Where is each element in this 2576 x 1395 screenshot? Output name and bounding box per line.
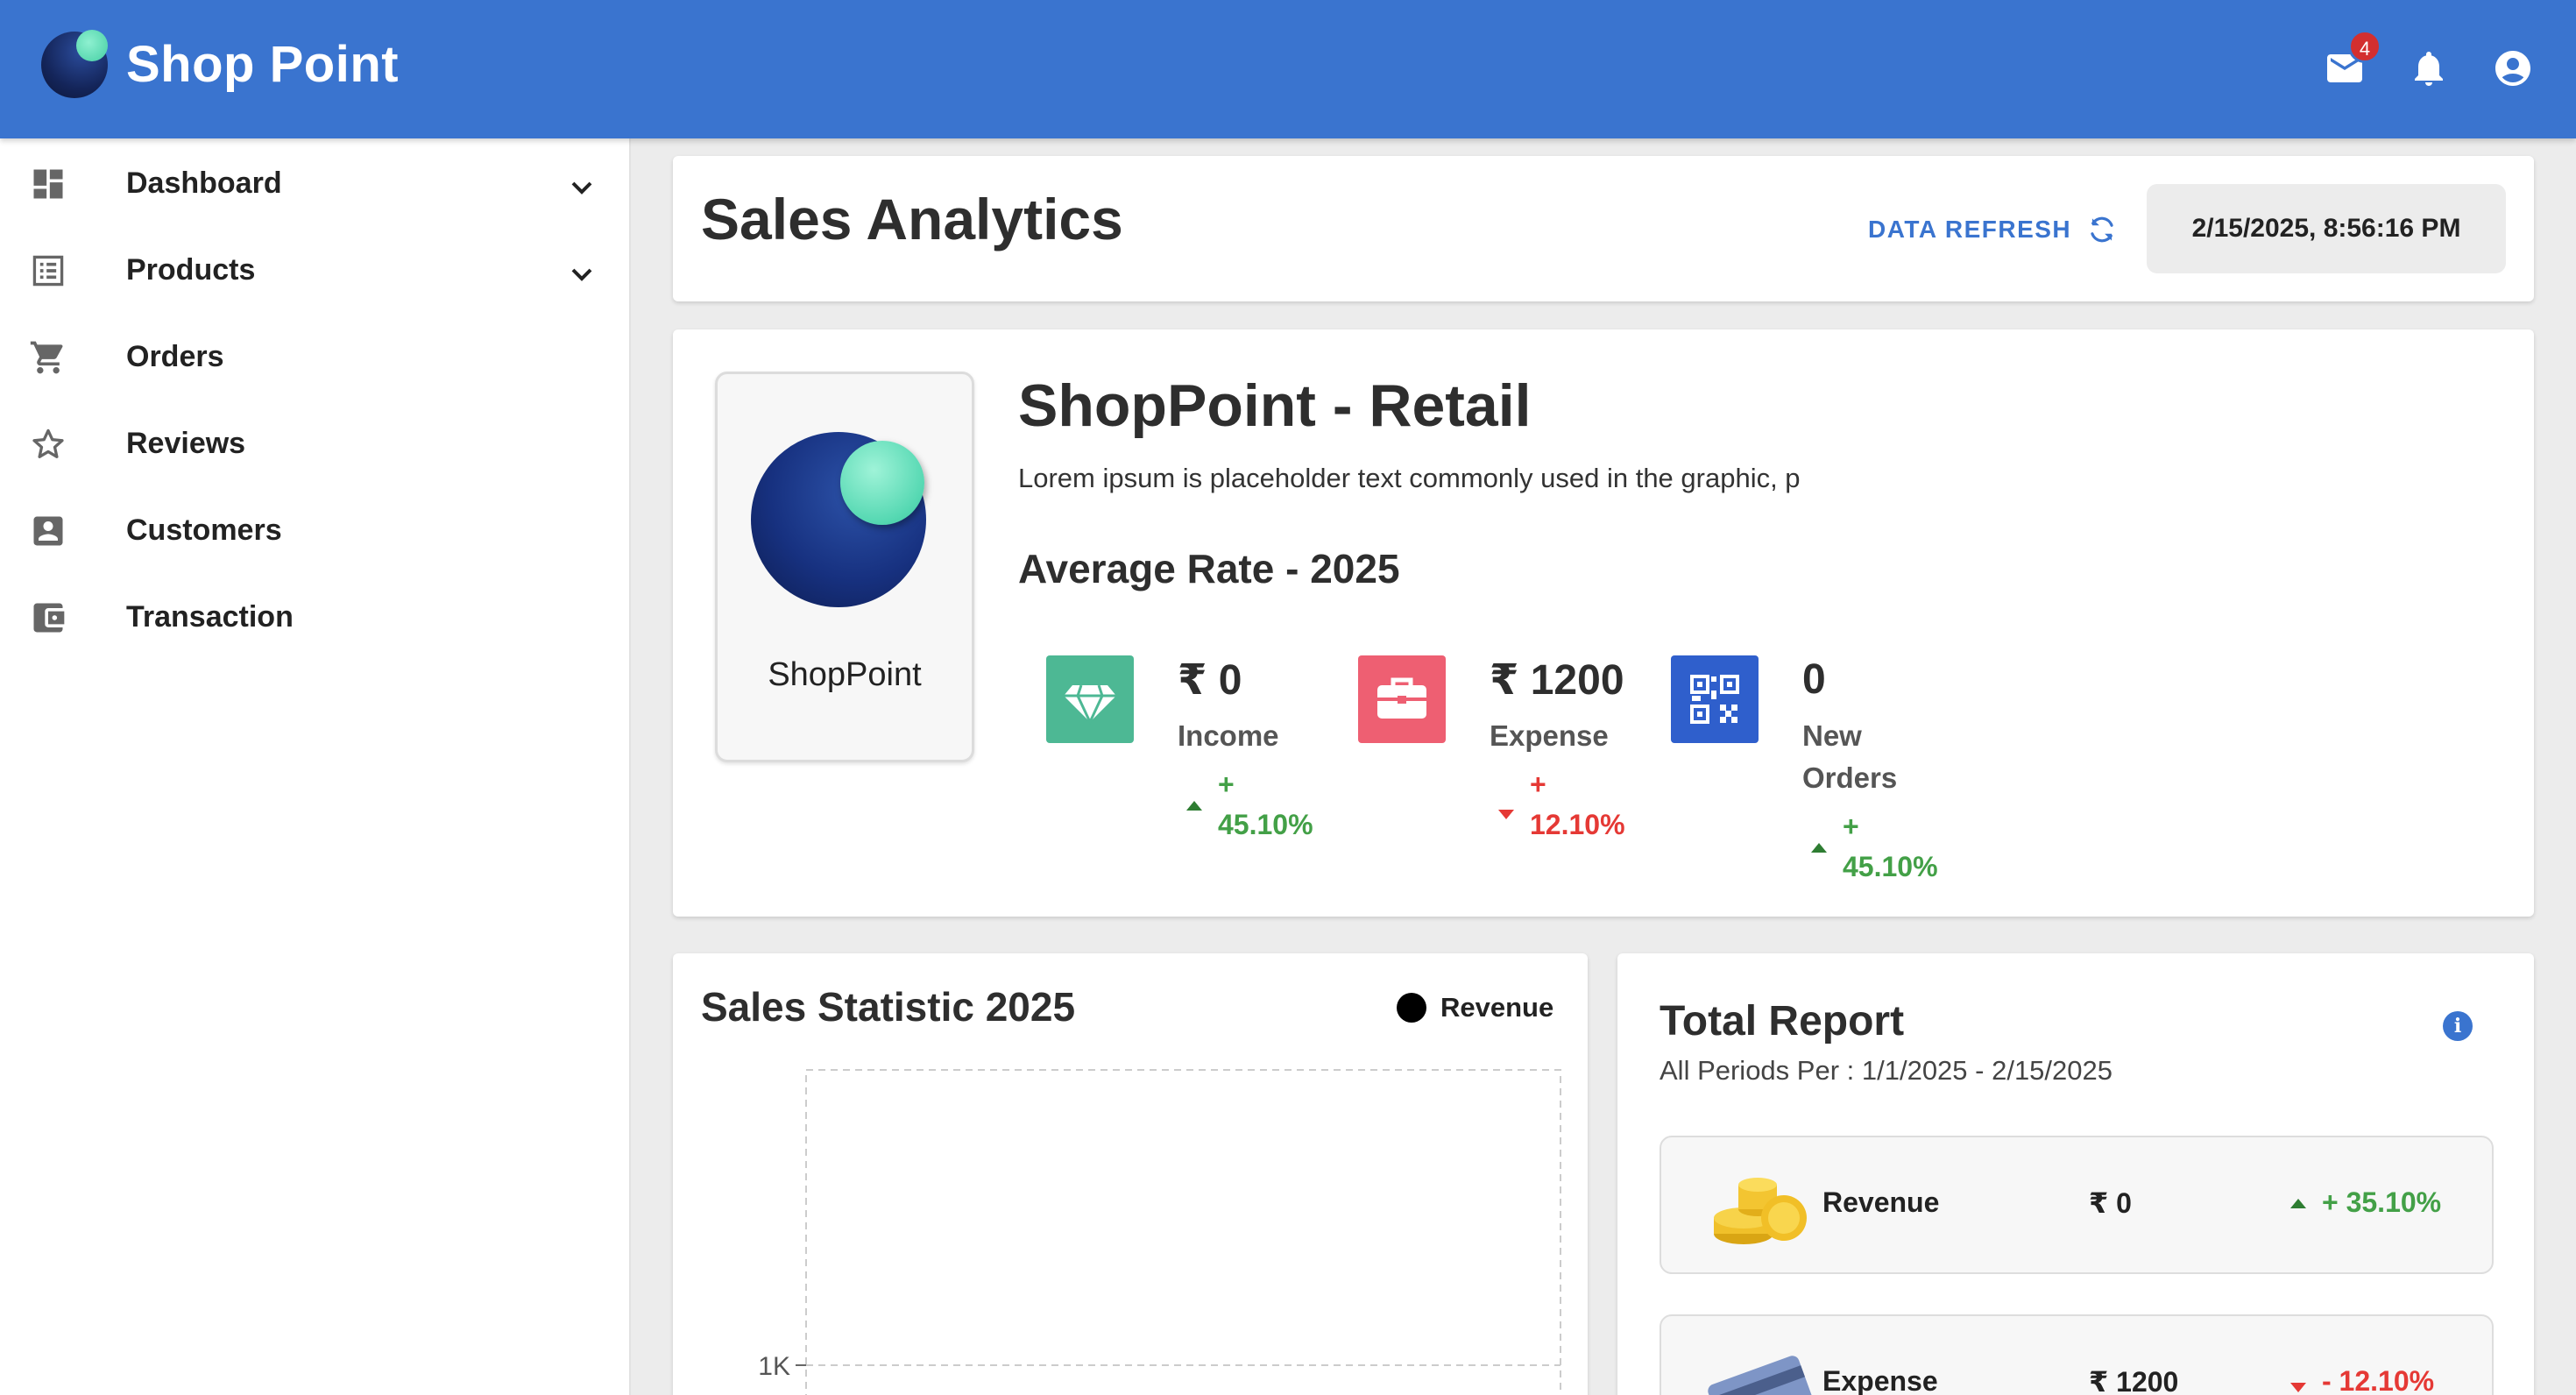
report-row-change: - 12.10% [2322,1365,2435,1395]
stat-income: ₹ 0 Income + 45.10% [1046,655,1344,918]
y-tick-label: 1K [758,1352,790,1381]
expense-value: ₹ 1200 [1490,657,1624,704]
expense-change-sign: + [1530,768,1546,800]
store-info-card: ShopPoint ShopPoint - Retail Lorem ipsum… [673,329,2534,917]
sidebar-item-reviews[interactable]: Reviews [0,399,631,485]
report-title: Total Report [1660,998,1905,1044]
list-icon [32,255,64,287]
qr-code-icon [1671,655,1759,743]
store-logo-icon [751,432,926,607]
stat-new-orders: 0 New Orders + 45.10% [1671,655,1969,918]
sidebar-item-customers[interactable]: Customers [0,485,631,572]
income-value: ₹ 0 [1178,657,1242,704]
new-orders-label-line-1: New [1802,719,1862,752]
info-icon[interactable]: i [2443,1011,2473,1041]
sidebar-item-orders[interactable]: Orders [0,312,631,399]
coins-icon [1714,1178,1807,1244]
new-orders-change-sign: + [1843,811,1859,842]
sidebar-item-products[interactable]: Products [0,225,631,312]
data-refresh-label: DATA REFRESH [1868,216,2072,243]
dashboard-icon [33,169,63,199]
sidebar-item-label: Reviews [126,427,246,460]
new-orders-label: New Orders [1802,715,1897,799]
report-row-label: Revenue [1822,1186,1940,1218]
trend-down-icon [2290,1383,2306,1392]
report-row-label: Expense [1822,1365,1938,1395]
diamond-icon [1046,655,1134,743]
store-name: ShopPoint - Retail [1018,372,1532,439]
trend-up-icon [2290,1199,2306,1208]
app-bar: Shop Point 4 [0,0,2576,138]
report-row-expense[interactable]: Expense ₹ 1200 - 12.10% [1660,1314,2494,1395]
new-orders-label-line-2: Orders [1802,761,1898,794]
account-box-icon [33,516,63,546]
data-refresh-button[interactable]: DATA REFRESH [1868,210,2119,249]
refresh-icon [2091,216,2113,243]
chevron-down-icon[interactable] [564,170,599,205]
stat-expense: ₹ 1200 Expense + 12.10% [1358,655,1656,918]
new-orders-value: 0 [1802,656,1826,703]
page-title: Sales Analytics [701,187,1123,251]
store-description: Lorem ipsum is placeholder text commonly… [1018,463,1801,493]
store-logo-box: ShopPoint [715,372,974,762]
average-rate-title: Average Rate - 2025 [1018,546,1400,591]
report-row-value: ₹ 1200 [2089,1366,2179,1395]
briefcase-icon [1358,655,1446,743]
trend-down-icon [1498,810,1514,819]
expense-label: Expense [1490,719,1609,752]
store-logo-label: ShopPoint [768,656,922,693]
report-subtitle: All Periods Per : 1/1/2025 - 2/15/2025 [1660,1055,2112,1086]
income-change: 45.10% [1218,809,1313,840]
trend-up-icon [1811,843,1827,853]
chevron-down-icon[interactable] [564,257,599,292]
star-icon [32,428,64,458]
store-logo-dot [840,441,924,525]
brand-logo-icon[interactable] [41,30,108,98]
total-report-card: Total Report i All Periods Per : 1/1/202… [1617,953,2534,1395]
sidebar-item-dashboard[interactable]: Dashboard [0,138,631,225]
expense-change: 12.10% [1530,809,1625,840]
brand-logo-dot [76,30,108,61]
sidebar-item-label: Products [126,253,256,287]
report-row-revenue[interactable]: Revenue ₹ 0 + 35.10% [1660,1136,2494,1274]
brand-name[interactable]: Shop Point [126,35,399,94]
chart-plot-area [805,1069,1561,1395]
income-change-sign: + [1218,768,1235,800]
mail-badge: 4 [2348,30,2381,63]
datetime-display: 2/15/2025, 8:56:16 PM [2147,184,2506,273]
account-circle-icon[interactable] [2492,47,2534,89]
sales-statistic-card: Sales Statistic 2025 Revenue 1K [673,953,1588,1395]
cart-icon [30,341,63,374]
credit-card-icon [1708,1356,1815,1395]
wallet-icon [33,603,65,633]
report-row-change: + 35.10% [2322,1186,2442,1218]
sidebar-item-transaction[interactable]: Transaction [0,572,631,659]
sidebar-item-label: Orders [126,340,224,373]
new-orders-change: 45.10% [1843,851,1938,882]
income-label: Income [1178,719,1279,752]
sidebar-item-label: Transaction [126,600,294,634]
sales-chart: 1K [758,1069,1561,1395]
report-row-value: ₹ 0 [2089,1187,2132,1219]
sidebar: Dashboard Products Orders Reviews Custom… [0,138,631,1395]
header-card: Sales Analytics DATA REFRESH 2/15/2025, … [673,156,2534,301]
sidebar-item-label: Customers [126,513,282,547]
sidebar-item-label: Dashboard [126,166,282,200]
bell-icon[interactable] [2408,47,2450,89]
trend-up-icon [1186,801,1202,811]
